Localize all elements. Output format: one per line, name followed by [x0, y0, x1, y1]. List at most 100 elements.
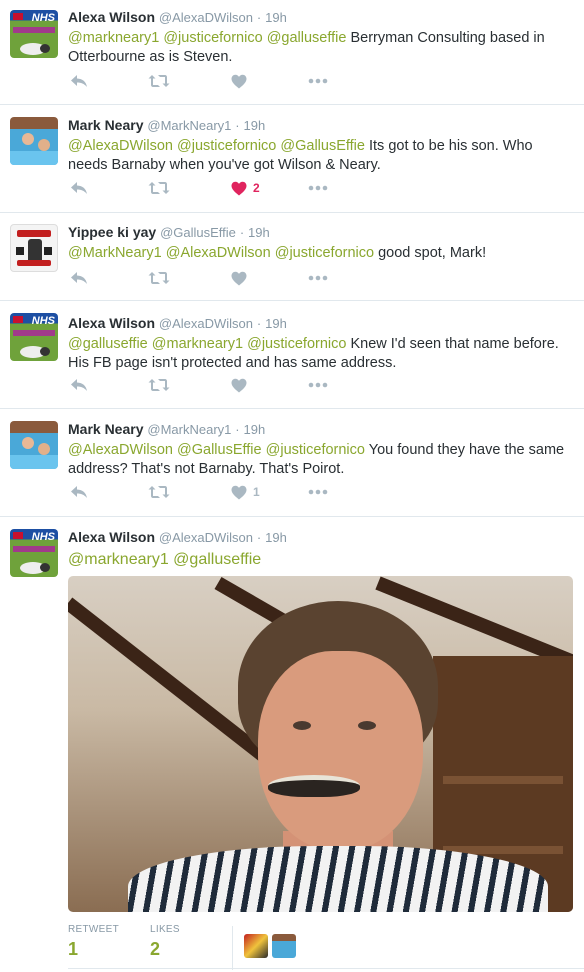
tweet-text-fragment: good spot, Mark!	[374, 245, 487, 261]
reply-icon[interactable]	[70, 178, 88, 198]
more-icon[interactable]	[308, 375, 328, 395]
tweet-actions: 2	[68, 178, 368, 198]
sheep-head-icon	[40, 563, 50, 572]
like-icon[interactable]	[231, 71, 247, 91]
mention-link[interactable]: @markneary1	[68, 30, 159, 46]
mention-link[interactable]: @markneary1	[68, 551, 169, 568]
user-handle[interactable]: @MarkNeary1	[147, 422, 231, 437]
timestamp[interactable]: 19h	[244, 118, 266, 133]
tweet: NHS Alexa Wilson @AlexaDWilson · 19h @ga…	[0, 301, 584, 409]
mention-link[interactable]: @AlexaDWilson	[166, 245, 271, 261]
mention-link[interactable]: @justicefornico	[266, 442, 365, 458]
pattern-square	[16, 247, 24, 255]
tweet: Yippee ki yay @GallusEffie · 19h @MarkNe…	[0, 213, 584, 301]
shelf	[443, 776, 563, 784]
mention-link[interactable]: @justicefornico	[163, 30, 262, 46]
user-handle[interactable]: @AlexaDWilson	[159, 530, 253, 545]
likes-label: LIKES	[150, 924, 180, 935]
display-name[interactable]: Mark Neary	[68, 421, 144, 437]
mention-link[interactable]: @GallusEffie	[280, 138, 365, 154]
like-icon[interactable]	[231, 268, 247, 288]
mention-link[interactable]: @justicefornico	[247, 336, 346, 352]
avatar[interactable]	[10, 117, 58, 165]
separator-dot: ·	[256, 530, 262, 545]
timestamp[interactable]: 19h	[265, 316, 287, 331]
likes-stat[interactable]: LIKES 2	[150, 924, 180, 960]
tweet-header: Yippee ki yay @GallusEffie · 19h	[68, 223, 574, 242]
retweet-icon[interactable]	[148, 268, 170, 288]
mention-link[interactable]: @AlexaDWilson	[68, 138, 173, 154]
display-name[interactable]: Yippee ki yay	[68, 224, 156, 240]
mention-link[interactable]: @justicefornico	[177, 138, 276, 154]
nhs-badge: NHS	[31, 12, 55, 24]
tweet-header: Alexa Wilson @AlexaDWilson · 19h	[68, 314, 574, 333]
child-figure	[38, 443, 50, 455]
avatar[interactable]: NHS	[10, 313, 58, 361]
reply-icon[interactable]	[70, 375, 88, 395]
reply-icon[interactable]	[70, 482, 88, 502]
striped-shirt	[128, 846, 548, 912]
timestamp[interactable]: 19h	[248, 225, 270, 240]
tweet: NHS Alexa Wilson @AlexaDWilson · 19h @ma…	[0, 0, 584, 105]
user-handle[interactable]: @MarkNeary1	[147, 118, 231, 133]
mention-link[interactable]: @GallusEffie	[177, 442, 262, 458]
more-icon[interactable]	[308, 482, 328, 502]
avatar[interactable]: NHS	[10, 10, 58, 58]
separator-dot: ·	[256, 10, 262, 25]
avatar[interactable]	[10, 421, 58, 469]
user-handle[interactable]: @GallusEffie	[160, 225, 236, 240]
separator-dot: ·	[256, 316, 262, 331]
mention-link[interactable]: @MarkNeary1	[68, 245, 162, 261]
mention-link[interactable]: @markneary1	[152, 336, 243, 352]
retweet-label: RETWEET	[68, 924, 119, 935]
liker-avatar[interactable]	[244, 934, 268, 958]
nhs-badge: NHS	[31, 531, 55, 543]
tweet-header: Mark Neary @MarkNeary1 · 19h	[68, 116, 574, 135]
mention-link[interactable]: @galluseffie	[267, 30, 347, 46]
avatar[interactable]: NHS	[10, 529, 58, 577]
pool-water	[10, 151, 58, 165]
display-name[interactable]: Alexa Wilson	[68, 529, 155, 545]
user-handle[interactable]: @AlexaDWilson	[159, 316, 253, 331]
tweet-text: @markneary1 @galluseffie	[68, 549, 574, 570]
timestamp[interactable]: 19h	[244, 422, 266, 437]
more-icon[interactable]	[308, 178, 328, 198]
timestamp[interactable]: 19h	[265, 530, 287, 545]
display-name[interactable]: Mark Neary	[68, 117, 144, 133]
tweet-actions	[68, 268, 368, 288]
mention-link[interactable]: @justicefornico	[275, 245, 374, 261]
display-name[interactable]: Alexa Wilson	[68, 9, 155, 25]
liker-avatar[interactable]	[272, 934, 296, 958]
retweet-stat[interactable]: RETWEET 1	[68, 924, 119, 960]
reply-icon[interactable]	[70, 268, 88, 288]
tweet-photo[interactable]	[68, 576, 573, 912]
avatar[interactable]	[10, 224, 58, 272]
retweet-icon[interactable]	[148, 482, 170, 502]
mention-link[interactable]: @galluseffie	[173, 551, 261, 568]
banner-strip	[13, 27, 55, 33]
eye	[358, 721, 376, 730]
banner-strip	[13, 546, 55, 552]
like-icon[interactable]	[231, 375, 247, 395]
nhs-badge: NHS	[31, 315, 55, 327]
more-icon[interactable]	[308, 268, 328, 288]
tweet-text: @AlexaDWilson @GallusEffie @justiceforni…	[68, 441, 574, 479]
more-icon[interactable]	[308, 71, 328, 91]
retweet-count: 1	[68, 939, 79, 959]
child-figure	[38, 139, 50, 151]
flag-icon	[13, 532, 23, 539]
retweet-icon[interactable]	[148, 71, 170, 91]
reply-icon[interactable]	[70, 71, 88, 91]
mention-link[interactable]: @galluseffie	[68, 336, 148, 352]
like-icon[interactable]: 2	[231, 178, 260, 198]
mention-link[interactable]: @AlexaDWilson	[68, 442, 173, 458]
timestamp[interactable]: 19h	[265, 10, 287, 25]
display-name[interactable]: Alexa Wilson	[68, 315, 155, 331]
likers	[244, 934, 296, 958]
tweet-header: Mark Neary @MarkNeary1 · 19h	[68, 420, 574, 439]
tweet: Mark Neary @MarkNeary1 · 19h @AlexaDWils…	[0, 105, 584, 213]
retweet-icon[interactable]	[148, 375, 170, 395]
like-icon[interactable]: 1	[231, 482, 260, 502]
user-handle[interactable]: @AlexaDWilson	[159, 10, 253, 25]
retweet-icon[interactable]	[148, 178, 170, 198]
